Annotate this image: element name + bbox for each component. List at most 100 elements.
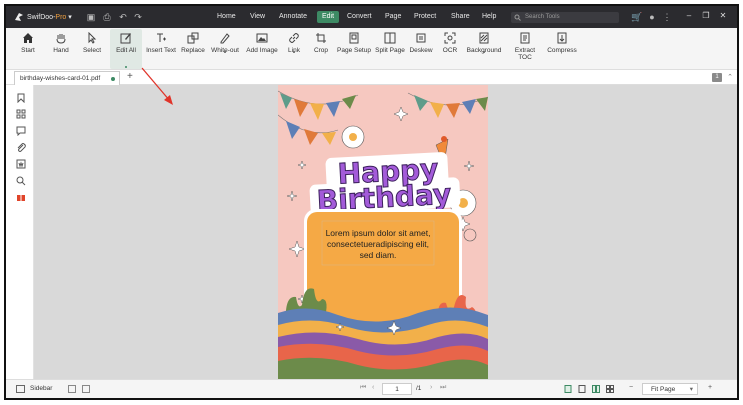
next-page-icon[interactable]: ›: [430, 384, 432, 391]
tool-label: Compress: [547, 47, 577, 54]
status-bar: Sidebar ⏮ ‹ 1 /1 › ⏭ − Fit Page ▾ +: [6, 379, 737, 398]
insert-text-icon: [157, 33, 166, 42]
minimize-icon[interactable]: –: [683, 11, 695, 20]
app-name[interactable]: SwifDoo-Pro ▾: [27, 13, 72, 21]
cart-icon[interactable]: 🛒: [631, 12, 642, 22]
page-count-badge: 1: [712, 73, 722, 82]
prev-page-icon[interactable]: ‹: [372, 384, 374, 391]
tool-label: Crop: [313, 47, 329, 54]
replace-icon: [187, 32, 199, 44]
tool-extract-toc[interactable]: Extract TOC: [508, 32, 542, 61]
search-icon[interactable]: [16, 176, 26, 186]
zoom-in-icon[interactable]: +: [708, 384, 712, 391]
grid-view-icon[interactable]: [606, 385, 614, 393]
tool-compress[interactable]: Compress: [547, 32, 577, 54]
tool-label: OCR: [442, 47, 458, 54]
two-page-view-icon[interactable]: [592, 385, 600, 393]
save-icon[interactable]: ▣: [86, 12, 96, 22]
document-tab[interactable]: birthday-wishes-card-01.pdf: [14, 71, 120, 85]
tool-label: Insert Text: [146, 47, 176, 54]
add-image-icon: [256, 33, 268, 43]
tool-ocr[interactable]: OCR: [441, 32, 459, 54]
menu-page[interactable]: Page: [380, 6, 406, 28]
card-body-line3[interactable]: sed diam.: [360, 250, 397, 260]
last-page-icon[interactable]: ⏭: [440, 384, 446, 392]
gift-icon[interactable]: [16, 192, 26, 202]
menu-help[interactable]: Help: [477, 6, 501, 28]
left-tool-sidebar: [6, 85, 34, 379]
edit-toolbar: Start Hand Select Edit All Insert Text R…: [6, 28, 737, 70]
dropdown-dot: [224, 51, 226, 53]
menu-annotate[interactable]: Annotate: [274, 6, 312, 28]
search-tools-input[interactable]: Search Tools: [511, 12, 619, 23]
birthday-card-artwork: Happy Birthday Lorem ipsum dolor sit ame…: [278, 90, 488, 379]
sidebar-toggle-icon[interactable]: [16, 385, 25, 393]
card-body-line2[interactable]: consectetueradipiscing elit,: [327, 239, 429, 249]
flower-icon: [463, 228, 477, 242]
tool-edit-all[interactable]: Edit All: [110, 29, 142, 69]
attachment-icon[interactable]: [16, 142, 26, 152]
close-icon[interactable]: ✕: [717, 11, 729, 20]
tool-insert-text[interactable]: Insert Text: [146, 32, 176, 54]
undo-icon[interactable]: ↶: [118, 12, 128, 22]
compress-icon: [557, 32, 567, 44]
search-icon: [514, 14, 521, 21]
tool-background[interactable]: Background: [466, 32, 502, 54]
sidebar-label[interactable]: Sidebar: [30, 385, 52, 392]
document-canvas[interactable]: Happy Birthday Lorem ipsum dolor sit ame…: [34, 85, 737, 379]
dropdown-dot: [125, 66, 127, 68]
menu-share[interactable]: Share: [446, 6, 475, 28]
menu-convert[interactable]: Convert: [342, 6, 377, 28]
more-icon[interactable]: ⋮: [662, 12, 672, 22]
thumbnails-icon[interactable]: [16, 109, 26, 119]
menu-edit[interactable]: Edit: [317, 11, 340, 23]
redo-icon[interactable]: ↷: [133, 12, 143, 22]
tool-add-image[interactable]: Add Image: [245, 32, 279, 54]
print-icon[interactable]: ⎙: [102, 12, 112, 22]
tool-white-out[interactable]: White-out: [210, 32, 240, 54]
page-setup-icon: [349, 32, 359, 44]
pdf-page[interactable]: Happy Birthday Lorem ipsum dolor sit ame…: [278, 85, 488, 379]
tool-label: Deskew: [409, 47, 433, 54]
tool-label: Start: [21, 47, 35, 54]
account-icon[interactable]: ●: [647, 12, 657, 22]
first-page-icon[interactable]: ⏮: [360, 384, 366, 392]
bookmark-icon[interactable]: [16, 93, 26, 103]
maximize-icon[interactable]: ❐: [700, 11, 712, 20]
page-number-input[interactable]: 1: [382, 383, 412, 395]
dropdown-dot: [483, 51, 485, 53]
annotation-arrow-icon: [141, 67, 173, 105]
fit-height-icon[interactable]: [82, 385, 90, 393]
title-bar: SwifDoo-Pro ▾ ▣ ⎙ ↶ ↷ Home View Annotate…: [6, 6, 737, 28]
new-tab-button[interactable]: +: [127, 71, 133, 82]
hand-icon: [56, 34, 66, 44]
document-tab-label: birthday-wishes-card-01.pdf: [20, 75, 101, 82]
tool-label: Hand: [53, 47, 69, 54]
zoom-out-icon[interactable]: −: [629, 384, 633, 391]
app-window: SwifDoo-Pro ▾ ▣ ⎙ ↶ ↷ Home View Annotate…: [4, 4, 739, 400]
tool-start[interactable]: Start: [18, 32, 38, 54]
flower-icon: [341, 125, 365, 149]
single-page-view-icon[interactable]: [564, 385, 572, 393]
tool-page-setup[interactable]: Page Setup: [337, 32, 371, 54]
card-body-line1[interactable]: Lorem ipsum dolor sit amet,: [326, 228, 431, 238]
tool-replace[interactable]: Replace: [181, 32, 205, 54]
dropdown-dot: [293, 51, 295, 53]
menu-view[interactable]: View: [245, 6, 270, 28]
tool-label: Split Page: [375, 47, 405, 54]
collapse-icon[interactable]: ⌃: [727, 73, 733, 81]
zoom-select[interactable]: Fit Page ▾: [642, 383, 698, 395]
menu-home[interactable]: Home: [212, 6, 241, 28]
comment-icon[interactable]: [16, 126, 26, 136]
menu-protect[interactable]: Protect: [409, 6, 441, 28]
tool-crop[interactable]: Crop: [312, 32, 330, 54]
signature-field-icon[interactable]: [16, 159, 26, 169]
continuous-view-icon[interactable]: [578, 385, 586, 393]
tool-link[interactable]: Link: [286, 32, 302, 54]
tool-label: Replace: [181, 47, 205, 54]
tool-split-page[interactable]: Split Page: [375, 32, 405, 54]
fit-width-icon[interactable]: [68, 385, 76, 393]
tool-deskew[interactable]: Deskew: [409, 32, 433, 54]
tool-select[interactable]: Select: [80, 32, 104, 54]
tool-hand[interactable]: Hand: [50, 32, 72, 54]
